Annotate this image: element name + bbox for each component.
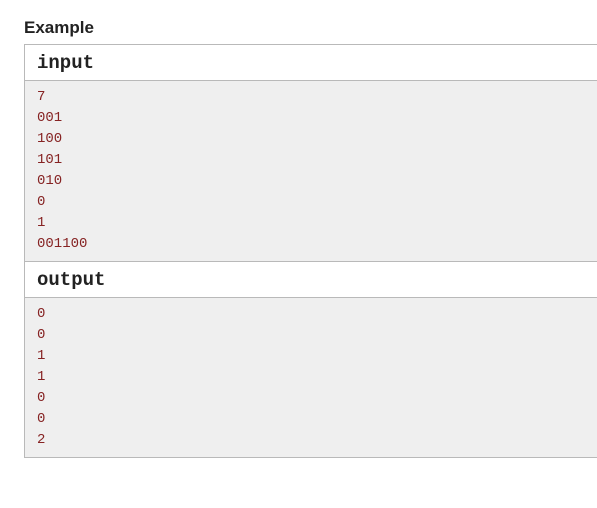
example-heading: Example <box>24 18 597 38</box>
input-header: input <box>25 45 597 81</box>
output-content: 0 0 1 1 0 0 2 <box>25 298 597 457</box>
output-header: output <box>25 262 597 298</box>
output-block: output 0 0 1 1 0 0 2 <box>24 262 597 458</box>
input-content: 7 001 100 101 010 0 1 001100 <box>25 81 597 261</box>
input-block: input 7 001 100 101 010 0 1 001100 <box>24 44 597 262</box>
example-container: input 7 001 100 101 010 0 1 001100 outpu… <box>24 44 597 458</box>
